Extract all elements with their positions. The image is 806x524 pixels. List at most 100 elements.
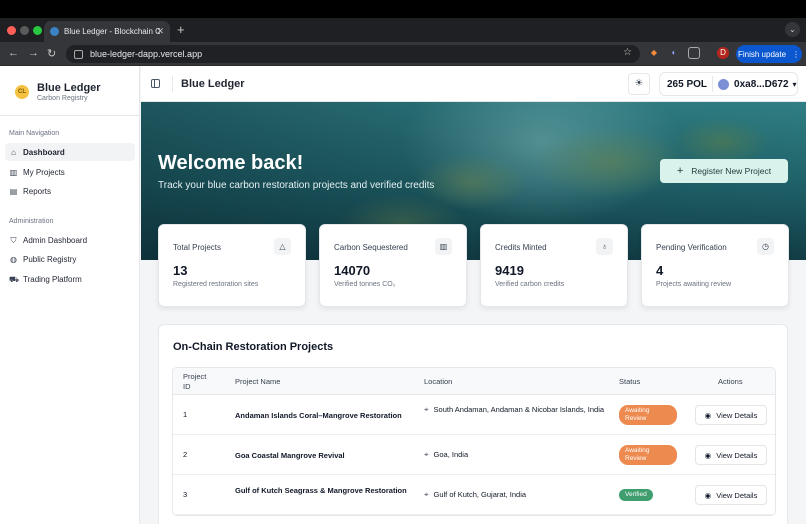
finish-update-label: Finish update bbox=[737, 49, 787, 59]
sidebar-item-dashboard[interactable]: ⌂ Dashboard bbox=[5, 143, 135, 161]
projects-table: Project ID Project Name Location Status … bbox=[172, 367, 776, 516]
project-name: Andaman Islands Coral–Mangrove Restorati… bbox=[235, 411, 402, 420]
sidebar-item-label: Public Registry bbox=[23, 254, 77, 264]
project-location: ⌖ Gulf of Kutch, Gujarat, India bbox=[424, 490, 609, 500]
reload-icon[interactable]: ↻ bbox=[47, 47, 56, 60]
top-header: Blue Ledger ☀ 265 POL 0xa8...D672 ▾ bbox=[141, 66, 806, 102]
tab-search-icon[interactable]: ⌄ bbox=[785, 22, 800, 37]
address-bar[interactable]: blue-ledger-dapp.vercel.app ☆ bbox=[66, 45, 640, 63]
clock-icon: ◷ bbox=[757, 238, 774, 255]
finish-update-button[interactable]: Finish update ⋮ bbox=[736, 45, 802, 63]
stat-card-total-projects: Total Projects △ 13 Registered restorati… bbox=[158, 224, 306, 307]
location-text: South Andaman, Andaman & Nicobar Islands… bbox=[433, 405, 605, 414]
table-header: Project ID Project Name Location Status … bbox=[173, 368, 775, 395]
theme-toggle-button[interactable]: ☀ bbox=[628, 73, 650, 95]
table-row: 1 Andaman Islands Coral–Mangrove Restora… bbox=[173, 395, 775, 435]
browser-tab[interactable]: Blue Ledger - Blockchain Ca ✕ bbox=[44, 21, 170, 42]
chevron-down-icon: ▾ bbox=[792, 79, 797, 89]
stat-label: Total Projects bbox=[173, 243, 222, 252]
sidebar-item-label: Trading Platform bbox=[23, 274, 82, 284]
map-pin-icon: ⌖ bbox=[424, 490, 429, 499]
close-window-icon[interactable] bbox=[7, 26, 16, 35]
project-location: ⌖ Goa, India bbox=[424, 450, 609, 460]
stat-description: Verified tonnes CO₂ bbox=[334, 281, 396, 288]
view-details-label: View Details bbox=[716, 490, 758, 500]
project-location: ⌖ South Andaman, Andaman & Nicobar Islan… bbox=[424, 405, 609, 415]
maximize-window-icon[interactable] bbox=[33, 26, 42, 35]
sidebar-item-public-registry[interactable]: ◍ Public Registry bbox=[5, 250, 135, 268]
map-pin-icon: ⌖ bbox=[424, 450, 429, 459]
sun-icon: ☀ bbox=[634, 78, 644, 89]
back-icon[interactable]: ← bbox=[8, 47, 19, 59]
column-header-location: Location bbox=[424, 377, 453, 386]
bookmark-star-icon[interactable]: ☆ bbox=[623, 47, 632, 58]
wallet-divider bbox=[712, 76, 714, 92]
view-details-button[interactable]: ◉ View Details bbox=[695, 405, 767, 425]
column-header-id: Project ID bbox=[183, 372, 207, 391]
view-details-button[interactable]: ◉ View Details bbox=[695, 485, 767, 505]
project-name: Goa Coastal Mangrove Revival bbox=[235, 451, 345, 460]
wallet-address: 0xa8...D672 bbox=[734, 78, 789, 90]
stat-value: 9419 bbox=[495, 263, 524, 278]
tab-title: Blue Ledger - Blockchain Ca bbox=[64, 27, 160, 36]
site-info-icon[interactable] bbox=[74, 49, 83, 59]
sidebar-item-label: Reports bbox=[23, 186, 52, 196]
welcome-subtitle: Track your blue carbon restoration proje… bbox=[158, 180, 435, 191]
sidebar-toggle-icon[interactable] bbox=[151, 79, 160, 88]
screen-top-bar bbox=[0, 0, 806, 18]
project-id: 3 bbox=[183, 490, 188, 499]
column-header-name: Project Name bbox=[235, 377, 281, 386]
wallet-button[interactable]: 265 POL 0xa8...D672 ▾ bbox=[659, 72, 798, 96]
document-icon: ▤ bbox=[9, 186, 18, 196]
view-details-label: View Details bbox=[716, 450, 758, 460]
forward-icon[interactable]: → bbox=[28, 47, 39, 59]
minimize-window-icon[interactable] bbox=[20, 26, 29, 35]
profile-avatar[interactable]: D bbox=[717, 47, 729, 59]
shield-icon: ⛉ bbox=[10, 235, 17, 245]
home-icon: ⌂ bbox=[11, 147, 16, 157]
extension-wallet-icon[interactable]: ◐ bbox=[668, 47, 680, 59]
projects-panel: On-Chain Restoration Projects Project ID… bbox=[158, 324, 788, 524]
bar-chart-icon: ▥ bbox=[435, 238, 452, 255]
stat-card-credits-minted: Credits Minted ♁ 9419 Verified carbon cr… bbox=[480, 224, 628, 307]
eye-icon: ◉ bbox=[704, 490, 712, 500]
view-details-label: View Details bbox=[716, 410, 758, 420]
sidebar-item-trading-platform[interactable]: ⛟ Trading Platform bbox=[5, 270, 135, 288]
brand-subtitle: Carbon Registry bbox=[37, 95, 88, 102]
admin-nav-heading: Administration bbox=[9, 218, 54, 225]
wallet-balance: 265 POL bbox=[667, 78, 708, 90]
stat-label: Credits Minted bbox=[495, 243, 547, 252]
welcome-title: Welcome back! bbox=[158, 152, 304, 174]
extension-fox-icon[interactable]: ◆ bbox=[648, 47, 660, 59]
stat-description: Registered restoration sites bbox=[173, 281, 259, 288]
sidebar-item-my-projects[interactable]: ▥ My Projects bbox=[5, 163, 135, 181]
stat-card-carbon-sequestered: Carbon Sequestered ▥ 14070 Verified tonn… bbox=[319, 224, 467, 307]
eye-icon: ◉ bbox=[704, 410, 712, 420]
table-row: 2 Goa Coastal Mangrove Revival ⌖ Goa, In… bbox=[173, 435, 775, 475]
table-row: 3 Gulf of Kutch Seagrass & Mangrove Rest… bbox=[173, 475, 775, 515]
project-name: Gulf of Kutch Seagrass & Mangrove Restor… bbox=[235, 486, 407, 495]
column-header-status: Status bbox=[619, 377, 641, 386]
close-tab-icon[interactable]: ✕ bbox=[156, 26, 164, 37]
column-header-actions: Actions bbox=[718, 377, 743, 386]
status-badge: Verified bbox=[619, 489, 653, 501]
sidebar-item-admin-dashboard[interactable]: ⛉ Admin Dashboard bbox=[5, 231, 135, 249]
stat-value: 14070 bbox=[334, 263, 371, 278]
sidebar-item-label: My Projects bbox=[23, 167, 65, 177]
brand: CL Blue Ledger Carbon Registry bbox=[0, 66, 140, 116]
status-badge: Awaiting Review bbox=[619, 445, 677, 465]
register-project-button[interactable]: + Register New Project bbox=[660, 159, 788, 183]
extensions-puzzle-icon[interactable] bbox=[688, 47, 700, 59]
new-tab-icon[interactable]: + bbox=[177, 22, 185, 37]
sidebar-item-reports[interactable]: ▤ Reports bbox=[5, 182, 135, 200]
chart-icon: ▥ bbox=[9, 167, 18, 177]
view-details-button[interactable]: ◉ View Details bbox=[695, 445, 767, 465]
sidebar-item-label: Dashboard bbox=[23, 147, 65, 157]
stat-card-pending-verification: Pending Verification ◷ 4 Projects awaiti… bbox=[641, 224, 789, 307]
map-pin-icon: ⌖ bbox=[424, 405, 429, 414]
stat-label: Pending Verification bbox=[656, 243, 727, 252]
stat-value: 13 bbox=[173, 263, 188, 278]
award-icon: ♁ bbox=[596, 238, 613, 255]
network-icon bbox=[718, 78, 730, 90]
bell-icon: △ bbox=[274, 238, 291, 255]
